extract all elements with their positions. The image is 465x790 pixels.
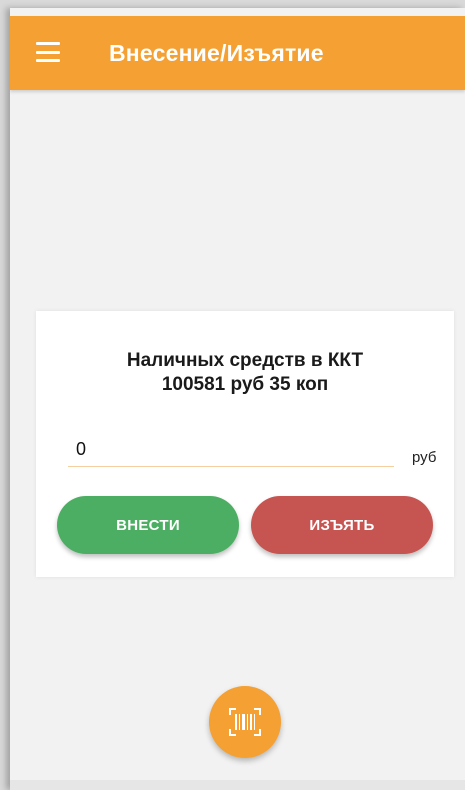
page-title: Внесение/Изъятие: [109, 40, 324, 66]
barcode-scanner-icon: [229, 708, 261, 736]
card-top-edge: [36, 311, 454, 315]
bottom-bar: [10, 780, 465, 790]
cash-card: Наличных средств в ККТ 100581 руб 35 коп…: [36, 311, 454, 577]
currency-unit-label: руб: [412, 449, 437, 466]
hamburger-menu-icon[interactable]: [36, 42, 60, 62]
app-bar: Внесение/Изъятие: [10, 16, 465, 90]
amount-input[interactable]: [68, 435, 394, 467]
card-bottom-edge: [36, 573, 454, 577]
withdraw-button[interactable]: ИЗЪЯТЬ: [251, 496, 433, 554]
cash-balance-heading: Наличных средств в ККТ 100581 руб 35 коп: [36, 349, 454, 397]
barcode-scan-button[interactable]: [209, 686, 281, 758]
cash-balance-label: Наличных средств в ККТ: [126, 350, 364, 371]
deposit-button[interactable]: ВНЕСТИ: [57, 496, 239, 554]
cash-balance-amount: 100581 руб 35 коп: [161, 374, 329, 395]
app-screen: Внесение/Изъятие Наличных средств в ККТ …: [10, 8, 465, 790]
